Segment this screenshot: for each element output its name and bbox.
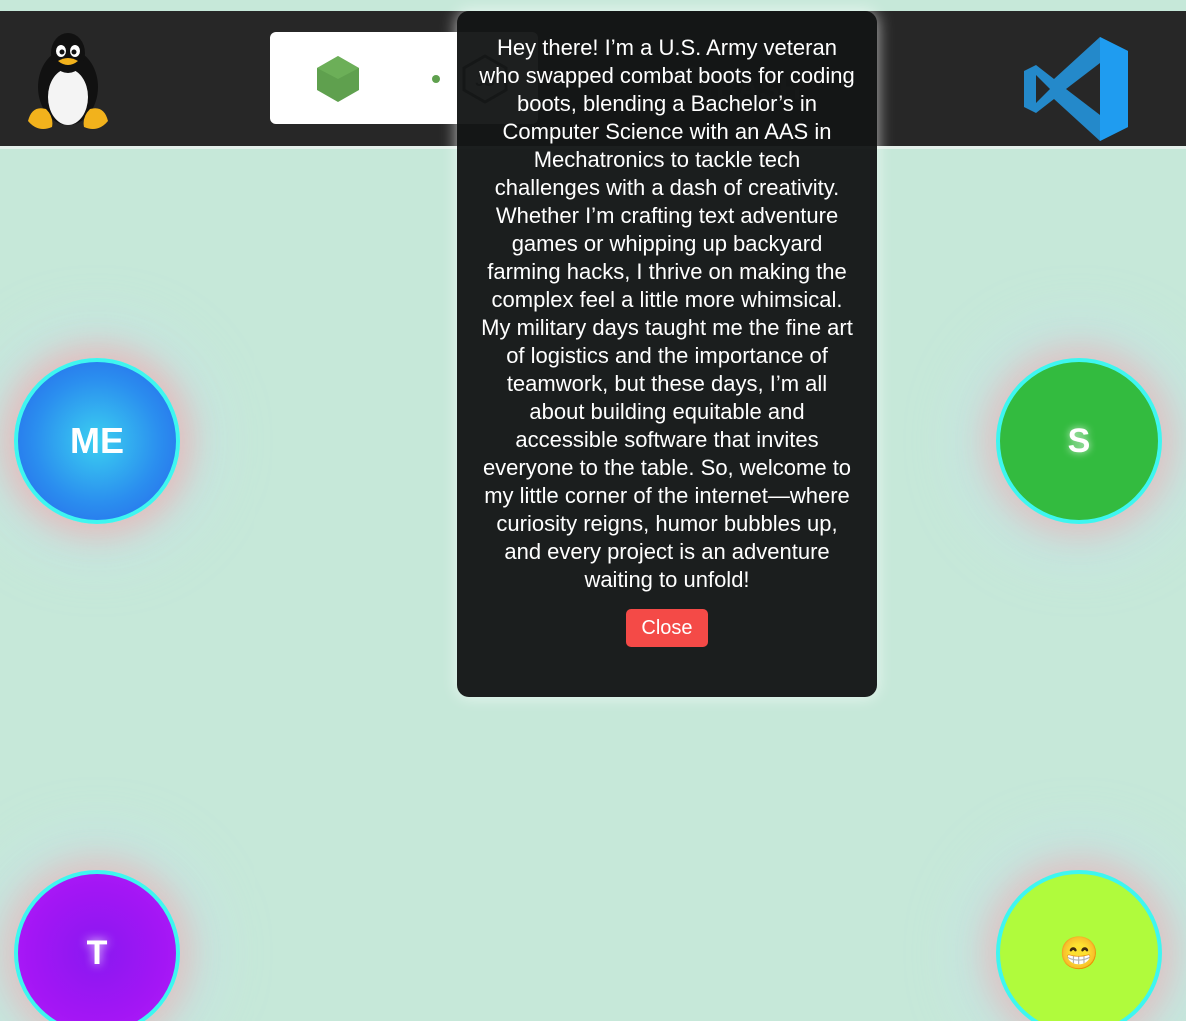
nav-orb-me[interactable]: ME bbox=[14, 358, 180, 524]
nav-orb-s[interactable]: S bbox=[996, 358, 1162, 524]
carousel-dot-icon bbox=[432, 75, 440, 83]
nav-orb-t-label: T bbox=[86, 933, 108, 972]
grinning-face-icon: 😁 bbox=[1059, 935, 1099, 971]
nav-orb-grin-emoji[interactable]: 😁 bbox=[996, 870, 1162, 1021]
page: JS BASH ME S T 😁 Hey there! I’m a U.S. A… bbox=[0, 0, 1186, 1021]
nav-orb-s-label: S bbox=[1067, 421, 1091, 460]
nodejs-hexagon-icon bbox=[317, 56, 359, 102]
nav-orb-t[interactable]: T bbox=[14, 870, 180, 1021]
about-me-modal: Hey there! I’m a U.S. Army veteran who s… bbox=[457, 11, 877, 697]
close-button[interactable]: Close bbox=[626, 609, 708, 647]
vscode-logo[interactable] bbox=[1020, 33, 1132, 145]
linux-tux-logo[interactable] bbox=[22, 27, 114, 133]
nav-orb-me-label: ME bbox=[70, 420, 124, 461]
about-me-text: Hey there! I’m a U.S. Army veteran who s… bbox=[479, 35, 855, 592]
